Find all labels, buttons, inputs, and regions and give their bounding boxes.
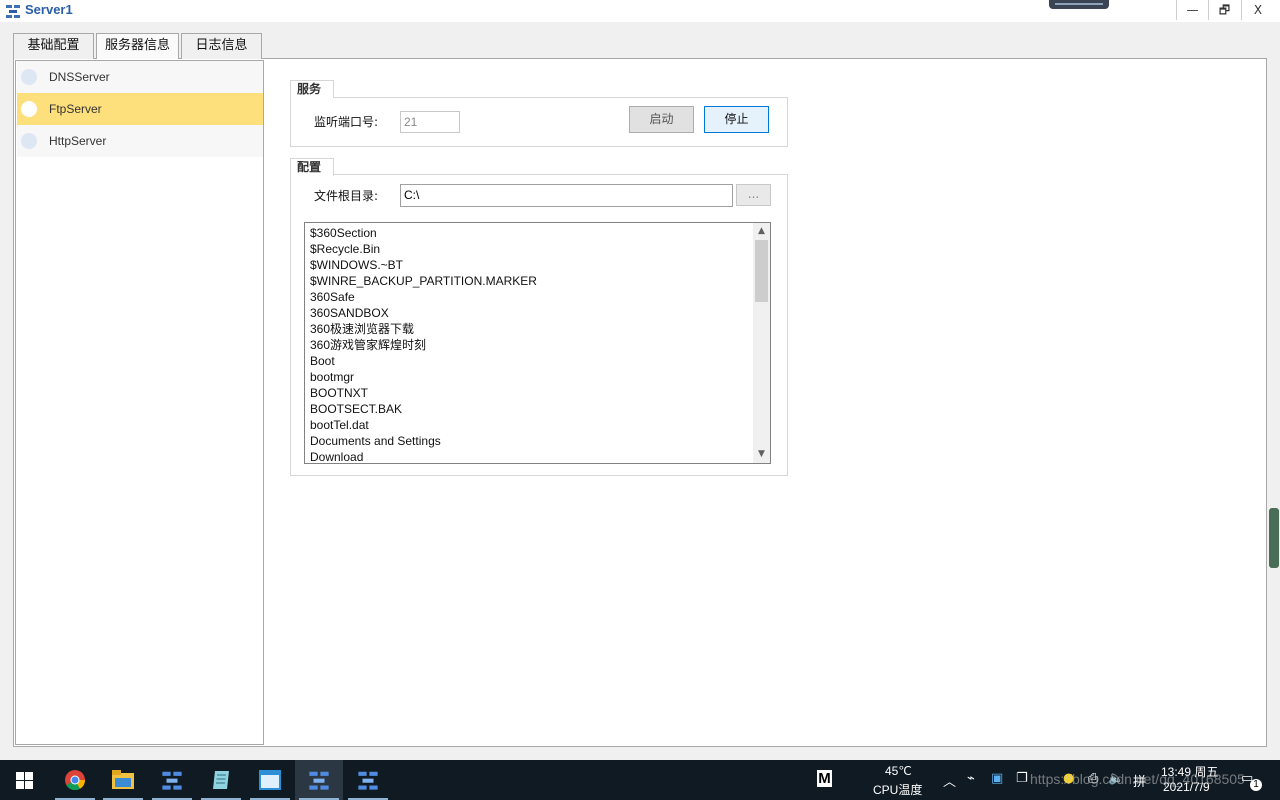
notepad-icon [213,771,229,789]
cpu-temp-value: 45℃ [885,764,912,778]
minimize-button[interactable]: — [1176,0,1208,20]
top-hover-widget[interactable] [1049,0,1109,9]
file-list-item[interactable]: 360极速浏览器下载 [310,321,537,337]
taskbar-ensp[interactable] [148,760,196,800]
service-status-icon [21,101,37,117]
file-list-item[interactable]: $WINRE_BACKUP_PARTITION.MARKER [310,273,537,289]
start-button[interactable] [0,760,48,800]
file-list-item[interactable]: Boot [310,353,537,369]
taskbar-ensp-2[interactable] [344,760,392,800]
service-label: FtpServer [49,102,102,116]
file-list-item[interactable]: BOOTNXT [310,385,537,401]
file-list-item[interactable]: BOOTSECT.BAK [310,401,537,417]
taskbar-notepad[interactable] [197,760,245,800]
service-status-icon [21,133,37,149]
file-list-item[interactable]: 360Safe [310,289,537,305]
file-list-item[interactable]: Documents and Settings [310,433,537,449]
windows-tray-icon[interactable]: ❐ [1016,771,1028,786]
watermark-text: https://blog.csdn.net/qq_40168505 [1030,771,1245,787]
cpu-temp-label: CPU温度 [873,783,923,797]
service-label: DNSServer [49,70,110,84]
file-list-item[interactable]: 360SANDBOX [310,305,537,321]
taskbar-window-app[interactable] [246,760,294,800]
chrome-icon [65,770,86,791]
file-list-item[interactable]: $Recycle.Bin [310,241,537,257]
port-field[interactable]: 21 [400,111,460,133]
tab-log-info[interactable]: 日志信息 [181,33,262,59]
file-list-item[interactable]: $360Section [310,225,537,241]
folder-icon [112,770,134,789]
taskbar-file-explorer[interactable] [99,760,147,800]
scroll-thumb[interactable] [755,240,768,302]
chevron-up-icon[interactable]: ︿ [943,771,956,790]
service-item-http[interactable]: HttpServer [17,125,263,157]
tab-server-info[interactable]: 服务器信息 [96,33,179,59]
taskbar-ensp-active[interactable] [295,760,343,800]
service-item-ftp[interactable]: FtpServer [17,93,263,125]
tab-basic-config[interactable]: 基础配置 [13,33,94,59]
file-listbox[interactable]: $360Section $Recycle.Bin $WINDOWS.~BT $WINR… [304,222,771,464]
port-label: 监听端口号: [314,115,379,129]
window-title: Server1 [25,2,73,17]
service-group-title: 服务 [290,80,334,98]
window-icon [259,770,281,790]
file-list-item[interactable]: bootmgr [310,369,537,385]
service-list: DNSServer FtpServer HttpServer [15,60,264,745]
taskbar-chrome[interactable] [51,760,99,800]
ensp-tray-icon[interactable]: ▣ [991,771,1003,786]
windows-icon [16,772,33,789]
restore-button[interactable]: 🗗 [1208,0,1240,20]
file-list-item[interactable]: $WINDOWS.~BT [310,257,537,273]
file-list: $360Section $Recycle.Bin $WINDOWS.~BT $WINR… [310,225,537,463]
start-button[interactable]: 启动 [629,106,694,133]
root-dir-label: 文件根目录: [314,189,379,203]
service-status-icon [21,69,37,85]
file-list-item[interactable]: bootTel.dat [310,417,537,433]
title-bar: Server1 — 🗗 X [0,0,1280,22]
config-group-title: 配置 [290,158,334,176]
file-list-item[interactable]: Download [310,449,537,463]
ensp-icon [309,771,329,790]
scroll-up-icon[interactable]: ▲ [753,223,770,240]
ensp-icon [162,771,182,790]
page-side-scroll-handle[interactable] [1269,508,1279,568]
notification-badge: 1 [1250,779,1262,791]
root-dir-field[interactable]: C:\ [400,184,733,207]
file-list-item[interactable]: 360游戏管家辉煌时刻 [310,337,537,353]
close-button[interactable]: X [1241,0,1274,20]
app-icon [6,5,20,18]
service-label: HttpServer [49,134,107,148]
stop-button[interactable]: 停止 [704,106,769,133]
tray-m-icon[interactable]: M [817,770,832,787]
service-item-dns[interactable]: DNSServer [17,61,263,93]
browse-button[interactable]: ... [736,184,771,206]
listbox-scrollbar[interactable]: ▲ ▼ [753,223,770,463]
scroll-down-icon[interactable]: ▼ [753,446,770,463]
network-icon[interactable]: ⌁ [967,771,975,786]
ensp-icon [358,771,378,790]
